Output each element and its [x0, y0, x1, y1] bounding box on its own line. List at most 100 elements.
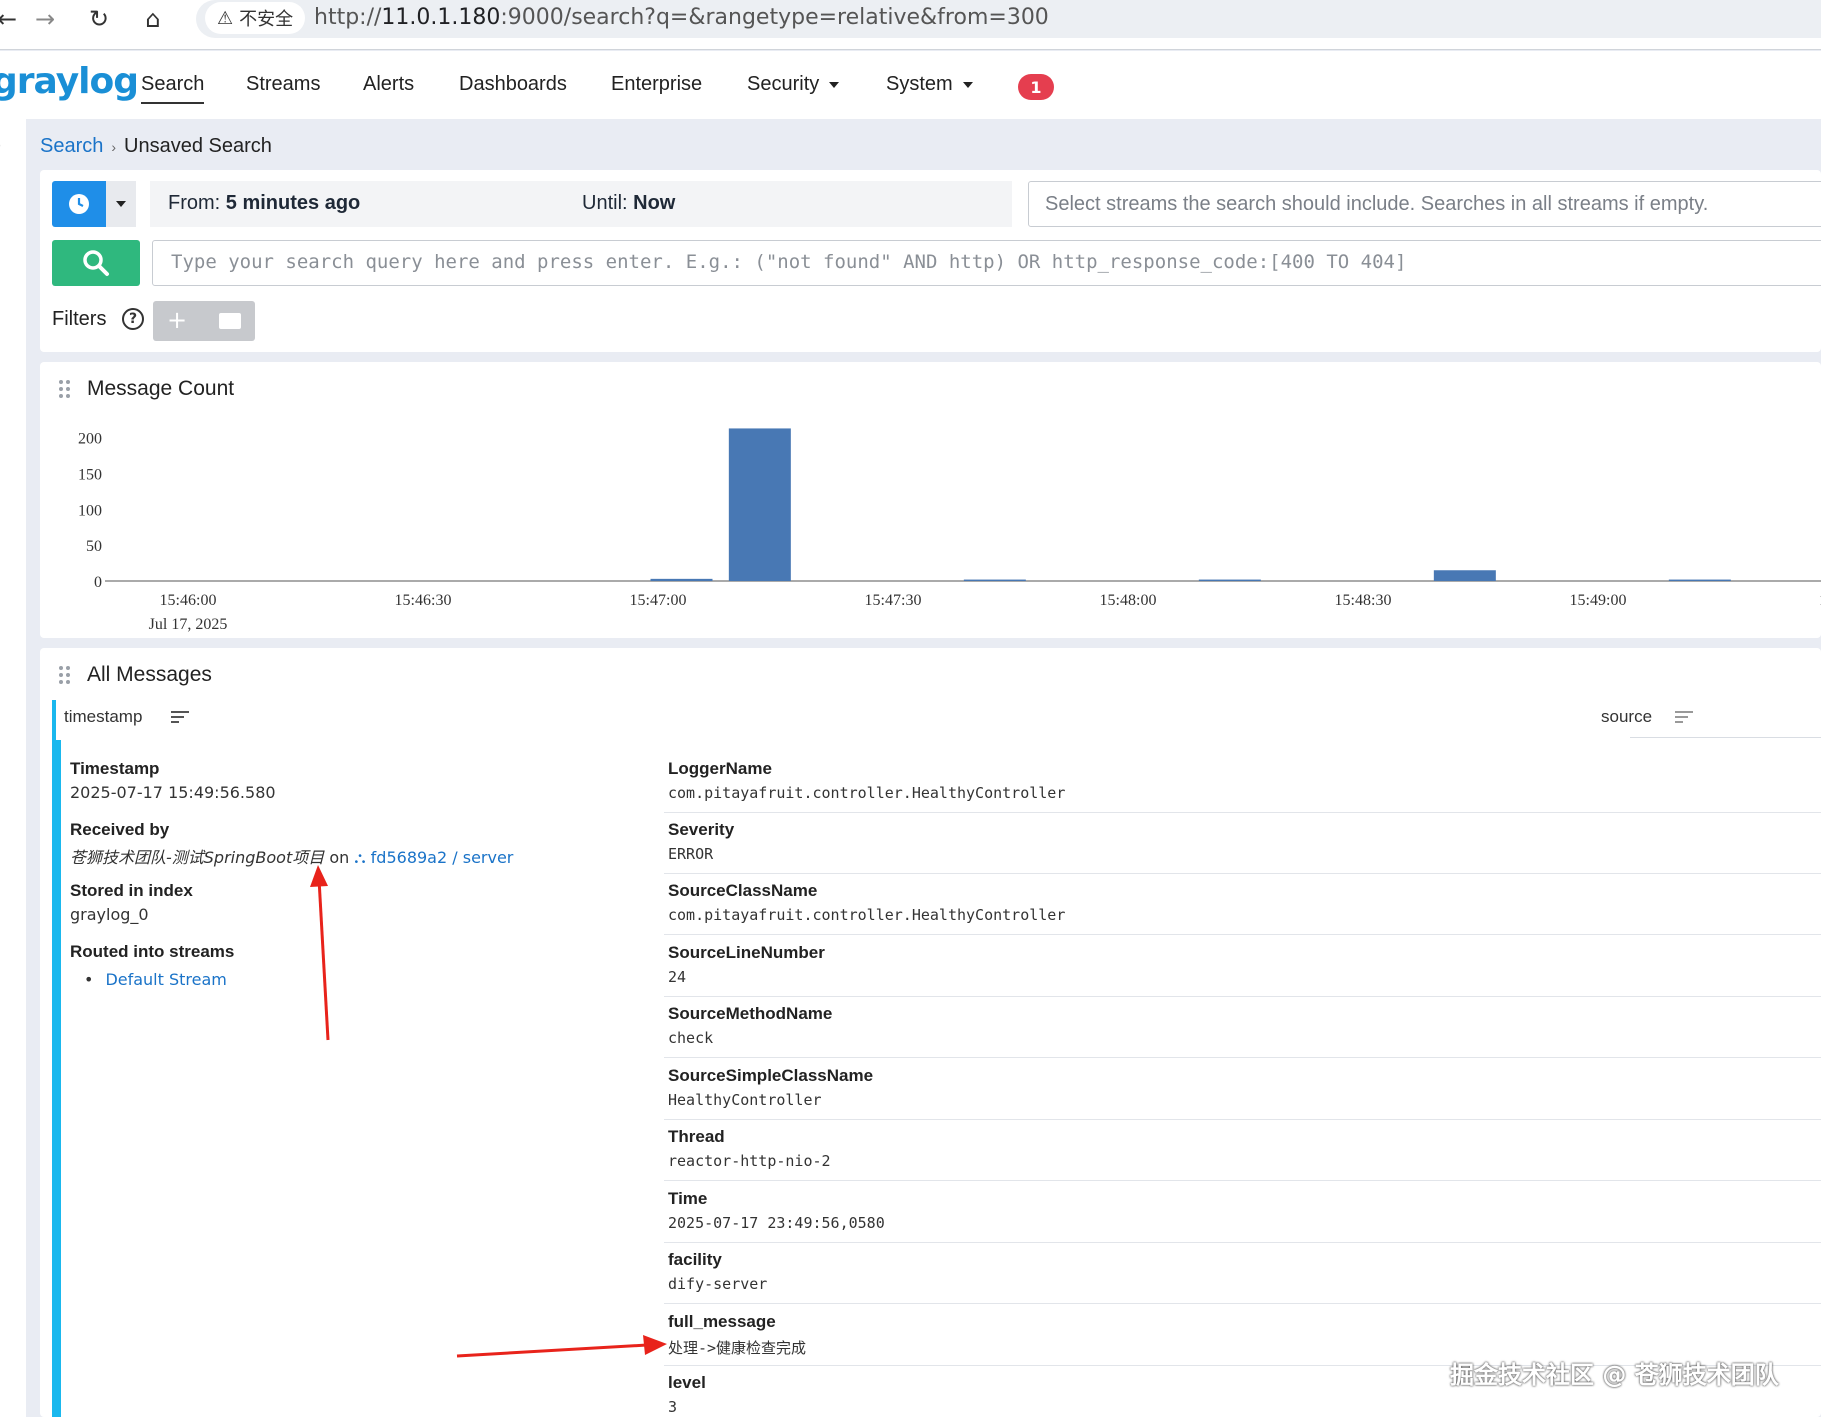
nav-enterprise[interactable]: Enterprise: [611, 73, 702, 96]
field-value: 3: [668, 1398, 678, 1416]
x-tick-label: 15:49:00: [1570, 592, 1627, 609]
add-filter-icon[interactable]: +: [167, 306, 187, 334]
time-range-from: From: 5 minutes ago: [168, 192, 360, 215]
field-label: SourceLineNumber: [668, 943, 825, 962]
chevron-down-icon: [116, 201, 126, 207]
back-icon[interactable]: ←: [0, 2, 24, 36]
home-icon[interactable]: ⌂: [136, 2, 170, 36]
breadcrumb-separator-icon: ›: [111, 139, 117, 155]
folder-icon[interactable]: [219, 313, 241, 329]
field-divider: [664, 934, 1821, 935]
field-label: Thread: [668, 1127, 725, 1146]
field-value-stored-index: graylog_0: [70, 905, 149, 924]
field-value: 处理->健康检查完成: [668, 1339, 807, 1357]
y-tick-label: 150: [78, 467, 102, 484]
browser-toolbar: ← → ↻ ⌂ ⚠ 不安全 http://11.0.1.180:9000/sea…: [0, 0, 1821, 50]
reload-icon[interactable]: ↻: [82, 2, 116, 36]
nav-security-label: Security: [747, 73, 820, 95]
notification-badge[interactable]: 1: [1018, 74, 1054, 100]
nav-streams[interactable]: Streams: [246, 73, 320, 96]
field-value: 24: [668, 968, 687, 986]
y-tick-label: 200: [78, 431, 102, 448]
search-query-input[interactable]: Type your search query here and press en…: [152, 240, 1821, 286]
time-range-display[interactable]: From: 5 minutes ago Until: Now: [150, 181, 1012, 227]
url-host: 11.0.1.180: [381, 5, 501, 30]
time-range-dropdown[interactable]: [106, 181, 136, 227]
default-stream-link[interactable]: Default Stream: [105, 970, 226, 989]
chart-bar: [1198, 579, 1261, 581]
drag-handle-icon[interactable]: [59, 666, 71, 686]
nav-security-dropdown[interactable]: Security: [747, 73, 840, 96]
nav-alerts[interactable]: Alerts: [363, 73, 414, 96]
field-value: HealthyController: [668, 1091, 822, 1109]
x-tick-label: 15:46:30: [395, 592, 452, 609]
field-value: 2025-07-17 23:49:56,0580: [668, 1214, 885, 1232]
chart-bar: [728, 428, 791, 581]
field-value: check: [668, 1029, 714, 1047]
y-tick-label: 100: [78, 502, 102, 519]
nav-system-dropdown[interactable]: System: [886, 73, 973, 96]
column-header-timestamp[interactable]: timestamp: [64, 707, 142, 727]
field-divider: [664, 873, 1821, 874]
field-label-timestamp: Timestamp: [70, 759, 160, 778]
sort-icon[interactable]: [1675, 711, 1693, 725]
field-label: Severity: [668, 820, 735, 839]
y-tick-label: 50: [86, 538, 102, 555]
chart-bar: [650, 578, 713, 581]
sidebar-icon[interactable]: ): [0, 133, 2, 157]
chevron-down-icon: [829, 81, 840, 88]
chart-bar: [1668, 579, 1731, 581]
from-label: From:: [168, 192, 221, 214]
url-text[interactable]: http://11.0.1.180:9000/search?q=&rangety…: [314, 5, 1049, 30]
help-icon[interactable]: ?: [122, 308, 144, 330]
breadcrumb-current: Unsaved Search: [124, 135, 272, 157]
x-date-label: Jul 17, 2025: [149, 616, 228, 633]
streams-select[interactable]: Select streams the search should include…: [1028, 181, 1821, 227]
app-navbar: graylog Search Streams Alerts Dashboards…: [0, 51, 1821, 119]
field-value-timestamp: 2025-07-17 15:49:56.580: [70, 783, 276, 802]
message-count-chart: 200 150 100 50 0 15:46:00 15:46:30 15:47:00 15:4…: [78, 428, 1821, 633]
chevron-down-icon: [962, 81, 973, 88]
until-label: Until:: [582, 192, 628, 214]
column-header-source[interactable]: source: [1601, 707, 1652, 727]
x-tick-label: 15:48:30: [1335, 592, 1392, 609]
filter-buttons: +: [153, 301, 255, 341]
sort-icon[interactable]: [171, 711, 189, 725]
chart-bar: [963, 579, 1026, 581]
field-value: ERROR: [668, 845, 714, 863]
nav-search[interactable]: Search: [141, 73, 205, 104]
field-divider: [664, 996, 1821, 997]
breadcrumb-search-link[interactable]: Search: [40, 135, 103, 157]
header-divider: [1630, 737, 1821, 738]
drag-handle-icon[interactable]: [59, 380, 71, 400]
field-label: SourceSimpleClassName: [668, 1066, 874, 1085]
field-divider: [664, 1119, 1821, 1120]
x-tick-label: 15:47:00: [630, 592, 687, 609]
field-value: reactor-http-nio-2: [668, 1152, 831, 1170]
input-name: 苍狮技术团队-测试SpringBoot项目: [70, 848, 325, 867]
time-range-button[interactable]: [52, 181, 106, 227]
nav-dashboards[interactable]: Dashboards: [459, 73, 567, 96]
search-button[interactable]: [52, 240, 140, 286]
stream-list-item: • Default Stream: [84, 970, 227, 989]
graylog-logo[interactable]: graylog: [0, 61, 139, 102]
field-label: SourceClassName: [668, 881, 818, 900]
field-value-received-by: 苍狮技术团队-测试SpringBoot项目 on ⛬ fd5689a2 / se…: [70, 844, 513, 868]
until-value: Now: [633, 192, 676, 214]
field-divider: [664, 1180, 1821, 1181]
forward-icon[interactable]: →: [28, 2, 62, 36]
field-label: full_message: [668, 1312, 776, 1331]
field-label: SourceMethodName: [668, 1004, 833, 1023]
time-range-until: Until: Now: [582, 192, 675, 215]
watermark-text: 掘金技术社区 @ 苍狮技术团队: [1450, 1361, 1779, 1389]
y-tick-label: 0: [94, 574, 102, 591]
annotation-arrow-right-icon: [456, 1335, 667, 1358]
selected-message-indicator: [56, 740, 61, 1417]
x-tick-label: 15:48:00: [1100, 592, 1157, 609]
chart-bar: [1433, 570, 1496, 581]
security-chip[interactable]: ⚠ 不安全: [205, 2, 306, 34]
field-value: dify-server: [668, 1275, 768, 1293]
all-messages-title: All Messages: [87, 663, 212, 686]
node-link[interactable]: fd5689a2 / server: [371, 848, 514, 867]
warning-icon: ⚠: [217, 7, 234, 29]
